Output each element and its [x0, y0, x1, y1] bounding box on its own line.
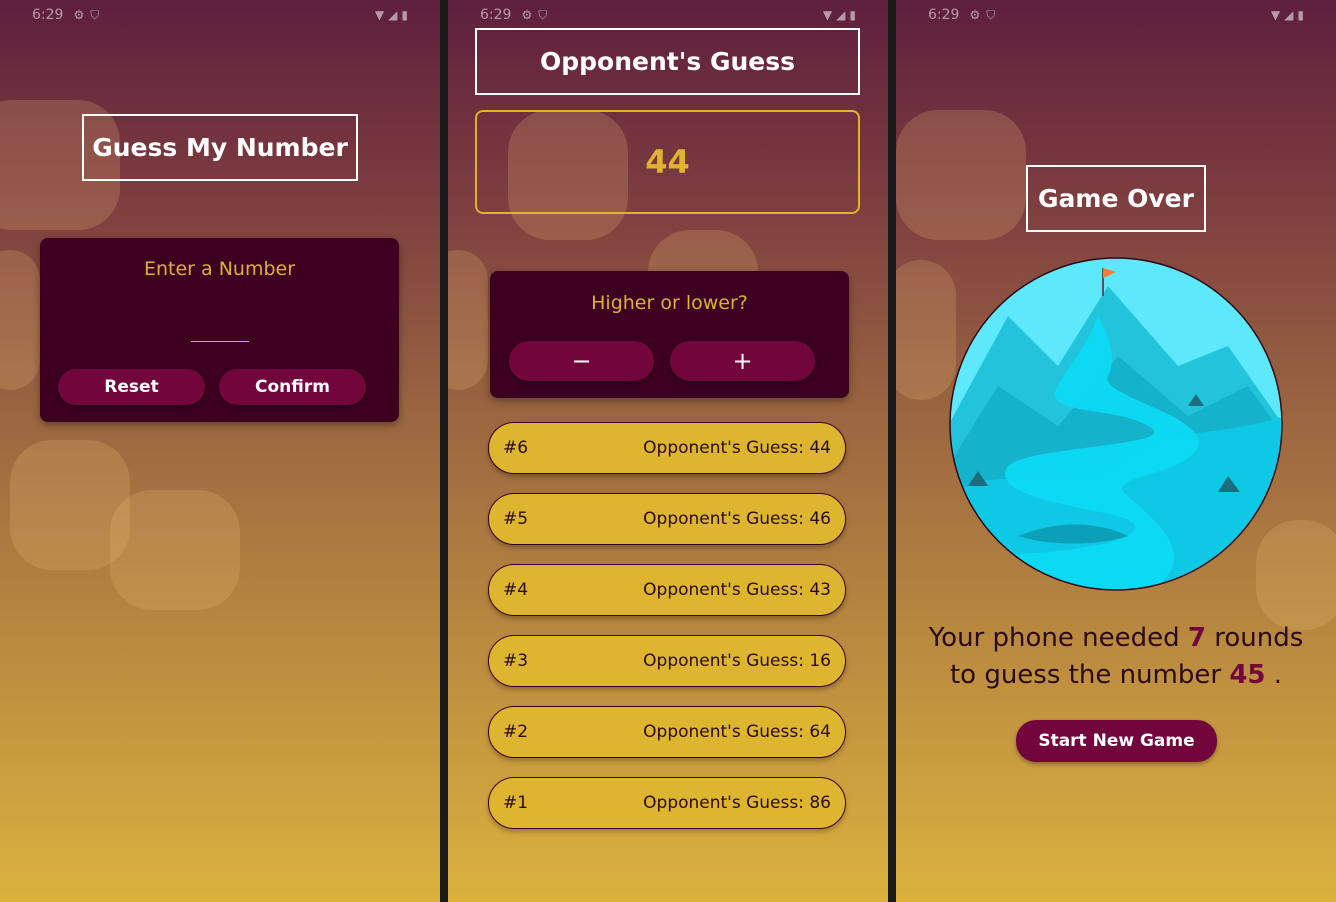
battery-icon: ▮: [1297, 8, 1304, 22]
higher-button[interactable]: +: [670, 341, 815, 381]
signal-icon: ◢: [1284, 8, 1294, 22]
background-dice: [896, 260, 956, 400]
background-dice: [110, 490, 240, 610]
game-over-screen: 6:29 ⚙ ⛉ ▼ ◢ ▮ Game Over Your phone need…: [896, 0, 1336, 902]
list-item: #1 Opponent's Guess: 86: [488, 777, 846, 829]
summary-text: Your phone needed: [928, 623, 1188, 653]
shield-icon: ⛉: [538, 7, 548, 22]
list-item: #5 Opponent's Guess: 46: [488, 493, 846, 545]
hint-card: Higher or lower? − +: [490, 271, 849, 398]
page-title: Game Over: [1026, 165, 1206, 232]
settings-icon: ⚙: [73, 8, 85, 22]
guess-text: Opponent's Guess: 16: [643, 651, 831, 671]
rounds-count: 7: [1187, 623, 1206, 653]
wifi-icon: ▼: [1270, 8, 1281, 22]
page-title: Opponent's Guess: [475, 28, 860, 95]
guess-text: Opponent's Guess: 43: [643, 580, 831, 600]
wifi-icon: ▼: [822, 8, 833, 22]
game-summary: Your phone needed 7 rounds to guess the …: [916, 620, 1316, 694]
start-game-screen: 6:29 ⚙ ⛉ ▼ ◢ ▮ Guess My Number Enter a N…: [0, 0, 440, 902]
shield-icon: ⛉: [986, 7, 996, 22]
hint-label: Higher or lower?: [591, 292, 748, 314]
page-title: Guess My Number: [82, 114, 358, 181]
list-item: #4 Opponent's Guess: 43: [488, 564, 846, 616]
mountain-summit-image: [949, 257, 1283, 591]
battery-icon: ▮: [401, 8, 408, 22]
round-number: #1: [503, 793, 529, 813]
background-dice: [448, 250, 488, 390]
round-number: #5: [503, 509, 529, 529]
current-guess-display: 44: [475, 110, 860, 214]
status-time: 6:29: [480, 7, 512, 23]
status-bar: 6:29 ⚙ ⛉ ▼ ◢ ▮: [448, 0, 888, 30]
round-number: #2: [503, 722, 529, 742]
number-input-card: Enter a Number Reset Confirm: [40, 238, 399, 422]
round-number: #6: [503, 438, 529, 458]
status-time: 6:29: [928, 7, 960, 23]
guess-text: Opponent's Guess: 44: [643, 438, 831, 458]
settings-icon: ⚙: [969, 8, 981, 22]
settings-icon: ⚙: [521, 8, 533, 22]
target-number: 45: [1229, 660, 1266, 690]
guess-text: Opponent's Guess: 64: [643, 722, 831, 742]
start-new-game-button[interactable]: Start New Game: [1016, 720, 1217, 762]
list-item: #3 Opponent's Guess: 16: [488, 635, 846, 687]
battery-icon: ▮: [849, 8, 856, 22]
number-input[interactable]: [191, 308, 249, 342]
status-time: 6:29: [32, 7, 64, 23]
list-item: #2 Opponent's Guess: 64: [488, 706, 846, 758]
background-dice: [0, 250, 40, 390]
background-dice: [896, 110, 1026, 240]
guess-text: Opponent's Guess: 46: [643, 509, 831, 529]
lower-button[interactable]: −: [509, 341, 654, 381]
round-number: #3: [503, 651, 529, 671]
summary-text: .: [1265, 660, 1283, 690]
status-bar: 6:29 ⚙ ⛉ ▼ ◢ ▮: [0, 0, 440, 30]
confirm-button[interactable]: Confirm: [219, 369, 366, 405]
shield-icon: ⛉: [90, 7, 100, 22]
status-bar: 6:29 ⚙ ⛉ ▼ ◢ ▮: [896, 0, 1336, 30]
signal-icon: ◢: [388, 8, 398, 22]
reset-button[interactable]: Reset: [58, 369, 205, 405]
list-item: #6 Opponent's Guess: 44: [488, 422, 846, 474]
input-label: Enter a Number: [143, 258, 296, 280]
game-screen: 6:29 ⚙ ⛉ ▼ ◢ ▮ Opponent's Guess 44 Highe…: [448, 0, 888, 902]
guess-text: Opponent's Guess: 86: [643, 793, 831, 813]
round-number: #4: [503, 580, 529, 600]
signal-icon: ◢: [836, 8, 846, 22]
wifi-icon: ▼: [374, 8, 385, 22]
